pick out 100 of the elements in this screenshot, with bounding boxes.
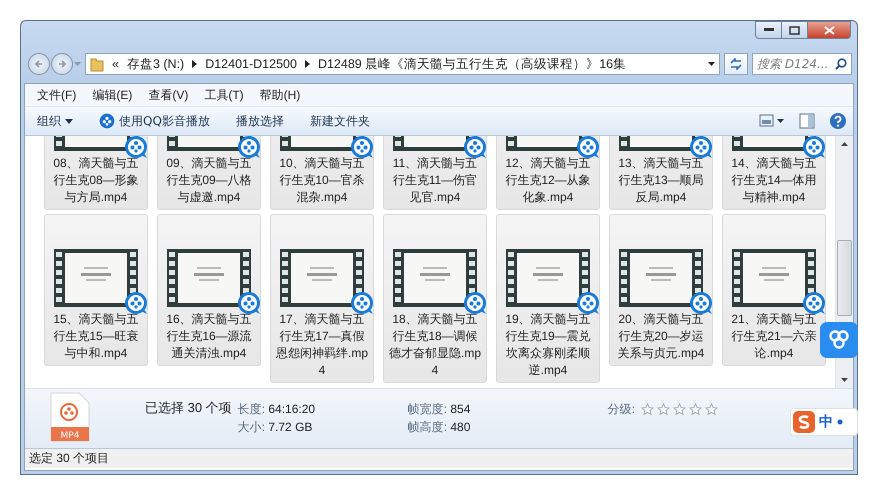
toolbar-button[interactable]: 使用QQ影音播放	[93, 110, 216, 132]
scrollbar-thumb[interactable]	[837, 240, 852, 316]
minimize-button[interactable]	[755, 21, 781, 39]
video-file-tile[interactable]: 19、滴天髓与五行生克19—震兑坎离众寡刚柔顺逆.mp4	[496, 214, 600, 383]
player-badge-icon	[576, 291, 600, 315]
file-name: 21、滴天髓与五行生克21—六亲论.mp4	[730, 311, 818, 362]
search-icon	[835, 58, 847, 70]
menu-item[interactable]: 查看(V)	[142, 84, 194, 106]
property-text: 帧高度: 480	[408, 419, 472, 436]
star-icon[interactable]	[689, 403, 702, 416]
player-badge-icon	[350, 291, 374, 315]
star-icon[interactable]	[657, 403, 670, 416]
player-badge-icon	[689, 291, 713, 315]
player-badge-icon	[124, 136, 148, 159]
close-button[interactable]	[807, 21, 851, 39]
toolbar-button[interactable]: 新建文件夹	[304, 110, 376, 132]
video-file-tile[interactable]: 09、滴天髓与五行生克09—八格与虚邀.mp4	[157, 136, 261, 210]
back-arrow-icon	[34, 58, 44, 68]
ime-mode-label[interactable]: 中	[819, 413, 833, 431]
file-name: 13、滴天髓与五行生克13—顺局反局.mp4	[617, 155, 705, 206]
scroll-down-icon[interactable]	[841, 378, 848, 382]
file-name: 20、滴天髓与五行生克20—岁运关系与贞元.mp4	[616, 311, 706, 362]
refresh-icon	[729, 58, 743, 70]
video-file-tile[interactable]: 12、滴天髓与五行生克12—从象化象.mp4	[496, 136, 600, 210]
menu-item[interactable]: 帮助(H)	[254, 84, 306, 106]
video-file-tile[interactable]: 21、滴天髓与五行生克21—六亲论.mp4	[722, 214, 826, 366]
star-icon[interactable]	[673, 403, 686, 416]
breadcrumb-item[interactable]: 存盘3 (N:)	[126, 56, 184, 72]
close-icon	[824, 26, 834, 34]
video-file-tile[interactable]: 11、滴天髓与五行生克11—伤官见官.mp4	[383, 136, 487, 210]
caret-icon	[74, 62, 81, 66]
s-logo-icon	[793, 411, 815, 433]
video-file-tile[interactable]: 15、滴天髓与五行生克15—旺衰与中和.mp4	[44, 214, 148, 366]
video-file-tile[interactable]: 10、滴天髓与五行生克10—官杀混杂.mp4	[270, 136, 374, 210]
menu-item[interactable]: 编辑(E)	[86, 84, 138, 106]
rating-label: 分级:	[608, 401, 636, 418]
maximize-icon	[789, 26, 800, 34]
player-icon	[99, 113, 115, 129]
star-icon[interactable]	[641, 403, 654, 416]
chevron-icon[interactable]	[192, 60, 198, 68]
video-file-tile[interactable]: 18、滴天髓与五行生克18—调候德才奋郁显隐.mp4	[383, 214, 487, 383]
file-name: 17、滴天髓与五行生克17—真假恩怨闲神羁绊.mp4	[276, 311, 368, 379]
file-name: 12、滴天髓与五行生克12—从象化象.mp4	[504, 155, 592, 206]
player-badge-icon	[689, 136, 713, 159]
forward-button[interactable]	[51, 53, 73, 75]
video-file-icon	[50, 392, 90, 442]
file-name: 18、滴天髓与五行生克18—调候德才奋郁显隐.mp4	[389, 311, 481, 379]
file-name: 19、滴天髓与五行生克19—震兑坎离众寡刚柔顺逆.mp4	[504, 311, 592, 379]
folder-icon	[90, 56, 104, 72]
file-name: 08、滴天髓与五行生克08—形象与方局.mp4	[52, 155, 140, 206]
scroll-up-icon[interactable]	[841, 142, 848, 146]
selection-count: 已选择 30 个项	[145, 399, 232, 417]
video-file-tile[interactable]: 13、滴天髓与五行生克13—顺局反局.mp4	[609, 136, 713, 210]
player-badge-icon	[237, 291, 261, 315]
video-file-tile[interactable]: 17、滴天髓与五行生克17—真假恩怨闲神羁绊.mp4	[270, 214, 374, 383]
preview-pane-icon[interactable]	[799, 113, 815, 129]
star-icon[interactable]	[705, 403, 718, 416]
file-name: 10、滴天髓与五行生克10—官杀混杂.mp4	[278, 155, 366, 206]
file-name: 11、滴天髓与五行生克11—伤官见官.mp4	[392, 155, 478, 206]
maximize-button[interactable]	[781, 21, 807, 39]
player-badge-icon	[237, 136, 261, 159]
address-bar[interactable]: « 存盘3 (N:) D12401-D12500 D12489 晨峰《滴天髓与五行生克（高级课程）》16集	[85, 53, 720, 75]
linked-circles-icon	[827, 330, 851, 350]
player-badge-icon	[802, 136, 826, 159]
menu-item[interactable]: 文件(F)	[31, 84, 82, 106]
file-name: 14、滴天髓与五行生克14—体用与精神.mp4	[730, 155, 818, 206]
forward-arrow-icon	[57, 58, 67, 68]
chevron-icon[interactable]	[304, 60, 310, 68]
caret-icon	[65, 118, 73, 124]
toolbar-button[interactable]: 播放选择	[230, 110, 290, 132]
video-file-tile[interactable]: 20、滴天髓与五行生克20—岁运关系与贞元.mp4	[609, 214, 713, 366]
video-file-tile[interactable]: 14、滴天髓与五行生克14—体用与精神.mp4	[722, 136, 826, 210]
breadcrumb-overflow[interactable]: «	[112, 57, 119, 71]
help-icon[interactable]	[829, 112, 847, 130]
rating-stars[interactable]	[641, 403, 718, 416]
menu-item[interactable]: 工具(T)	[198, 84, 250, 106]
file-name: 16、滴天髓与五行生克16—源流通关清浊.mp4	[165, 311, 253, 362]
toolbar-button[interactable]: 组织	[31, 110, 79, 132]
player-badge-icon	[124, 291, 148, 315]
video-file-tile[interactable]: 16、滴天髓与五行生克16—源流通关清浊.mp4	[157, 214, 261, 366]
file-name: 09、滴天髓与五行生克09—八格与虚邀.mp4	[165, 155, 253, 206]
player-badge-icon	[802, 291, 826, 315]
minimize-icon	[764, 28, 774, 32]
property-text: 长度: 64:16:20	[238, 401, 316, 418]
property-text: 大小: 7.72 GB	[238, 419, 314, 436]
breadcrumb-item[interactable]: D12489 晨峰《滴天髓与五行生克（高级课程）》16集	[318, 56, 626, 72]
refresh-button[interactable]	[724, 53, 748, 75]
player-badge-icon	[463, 136, 487, 159]
search-field[interactable]: 搜索 D124...	[752, 53, 852, 75]
video-file-tile[interactable]: 08、滴天髓与五行生克08—形象与方局.mp4	[44, 136, 148, 210]
back-button[interactable]	[28, 53, 50, 75]
input-method-bar[interactable]: 中	[790, 408, 858, 436]
view-options-icon[interactable]	[759, 114, 785, 128]
caret-icon[interactable]	[708, 62, 715, 66]
cloud-widget-button[interactable]	[820, 322, 858, 358]
dot-icon	[837, 419, 843, 425]
property-text: 帧宽度: 854	[408, 401, 472, 418]
file-type-label: MP4	[60, 431, 80, 441]
status-text: 选定 30 个项目	[29, 450, 110, 467]
breadcrumb-item[interactable]: D12401-D12500	[205, 57, 297, 71]
